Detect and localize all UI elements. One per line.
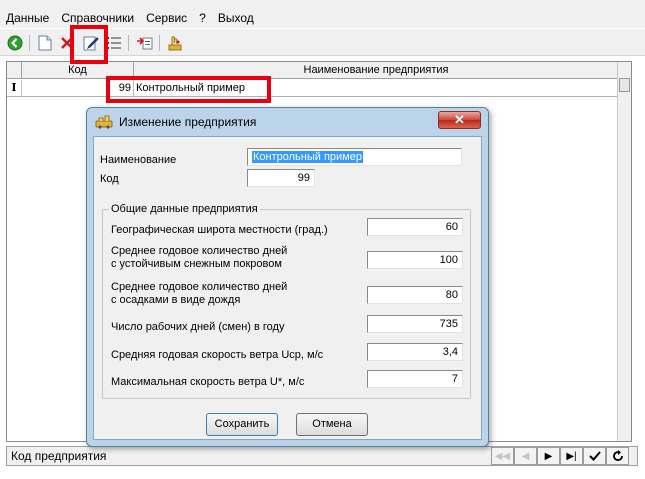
field-snow-days-label-2: с устойчивым снежным покровом <box>111 258 282 270</box>
field-avg-wind-label: Средняя годовая скорость ветра Uср, м/с <box>111 349 324 361</box>
name-input-value: Контрольный пример <box>252 151 363 163</box>
nav-post-button[interactable] <box>583 447 606 465</box>
nav-last-button[interactable]: ▶| <box>560 447 583 465</box>
menu-exit[interactable]: Выход <box>218 11 254 25</box>
menu-service[interactable]: Сервис <box>146 11 187 25</box>
nav-prior-button[interactable]: ◀ <box>514 447 537 465</box>
field-rain-days-label-2: с осадками в виде дождя <box>111 294 241 306</box>
status-bar: Код предприятия ◀◀ ◀ ▶ ▶| <box>6 446 638 466</box>
menu-data[interactable]: Данные <box>6 11 49 25</box>
close-icon[interactable]: ✕ <box>438 111 481 129</box>
name-label: Наименование <box>100 154 177 166</box>
field-max-wind-label: Максимальная скорость ветра U*, м/с <box>111 376 305 388</box>
save-button[interactable]: Сохранить <box>206 413 278 436</box>
field-rain-days-label: Среднее годовое количество дней <box>111 281 288 293</box>
row-highlight <box>106 76 271 103</box>
toolbar-separator <box>29 35 30 51</box>
status-text: Код предприятия <box>11 449 107 463</box>
edit-button-highlight <box>70 25 108 64</box>
hand-icon[interactable] <box>165 33 185 53</box>
field-latitude-label: Географическая широта местности (град.) <box>111 224 328 236</box>
dialog-titlebar[interactable]: Изменение предприятия <box>95 113 256 131</box>
table-row[interactable]: I 99 Контрольный пример <box>7 80 618 97</box>
field-work-days-label: Число рабочих дней (смен) в году <box>111 321 285 333</box>
edit-enterprise-dialog: Изменение предприятия ✕ Наименование Кон… <box>86 107 489 447</box>
nav-refresh-button[interactable] <box>606 447 629 465</box>
avg-wind-input[interactable]: 3,4 <box>367 343 463 361</box>
work-days-input[interactable]: 735 <box>367 315 463 333</box>
cancel-button[interactable]: Отмена <box>296 413 368 436</box>
export-icon[interactable] <box>135 33 155 53</box>
dialog-icon <box>95 115 113 129</box>
scrollbar-thumb[interactable] <box>619 78 630 92</box>
dialog-body: Наименование Контрольный пример Код 99 О… <box>93 136 482 440</box>
rain-days-input[interactable]: 80 <box>367 286 463 304</box>
code-label: Код <box>100 173 119 185</box>
nav-first-button[interactable]: ◀◀ <box>491 447 514 465</box>
dialog-title: Изменение предприятия <box>119 115 257 129</box>
menu-references[interactable]: Справочники <box>61 11 134 25</box>
general-data-group: Общие данные предприятия Географическая … <box>102 203 471 399</box>
max-wind-input[interactable]: 7 <box>367 370 463 388</box>
grid-vertical-scrollbar[interactable] <box>617 62 631 441</box>
menu-help[interactable]: ? <box>199 11 206 25</box>
back-icon[interactable] <box>5 33 25 53</box>
field-snow-days-label: Среднее годовое количество дней <box>111 245 288 257</box>
new-document-icon[interactable] <box>35 33 55 53</box>
row-indicator: I <box>7 80 22 96</box>
latitude-input[interactable]: 60 <box>367 218 463 236</box>
grid-header-indicator <box>7 62 22 78</box>
toolbar-separator <box>128 35 129 51</box>
grid-header: Код Наименование предприятия <box>7 62 618 79</box>
code-input[interactable]: 99 <box>247 169 315 187</box>
snow-days-input[interactable]: 100 <box>367 251 463 269</box>
name-input[interactable]: Контрольный пример <box>247 148 462 166</box>
toolbar-separator <box>159 35 160 51</box>
nav-next-button[interactable]: ▶ <box>537 447 560 465</box>
window-title-strip <box>0 0 645 8</box>
group-title: Общие данные предприятия <box>109 203 260 215</box>
